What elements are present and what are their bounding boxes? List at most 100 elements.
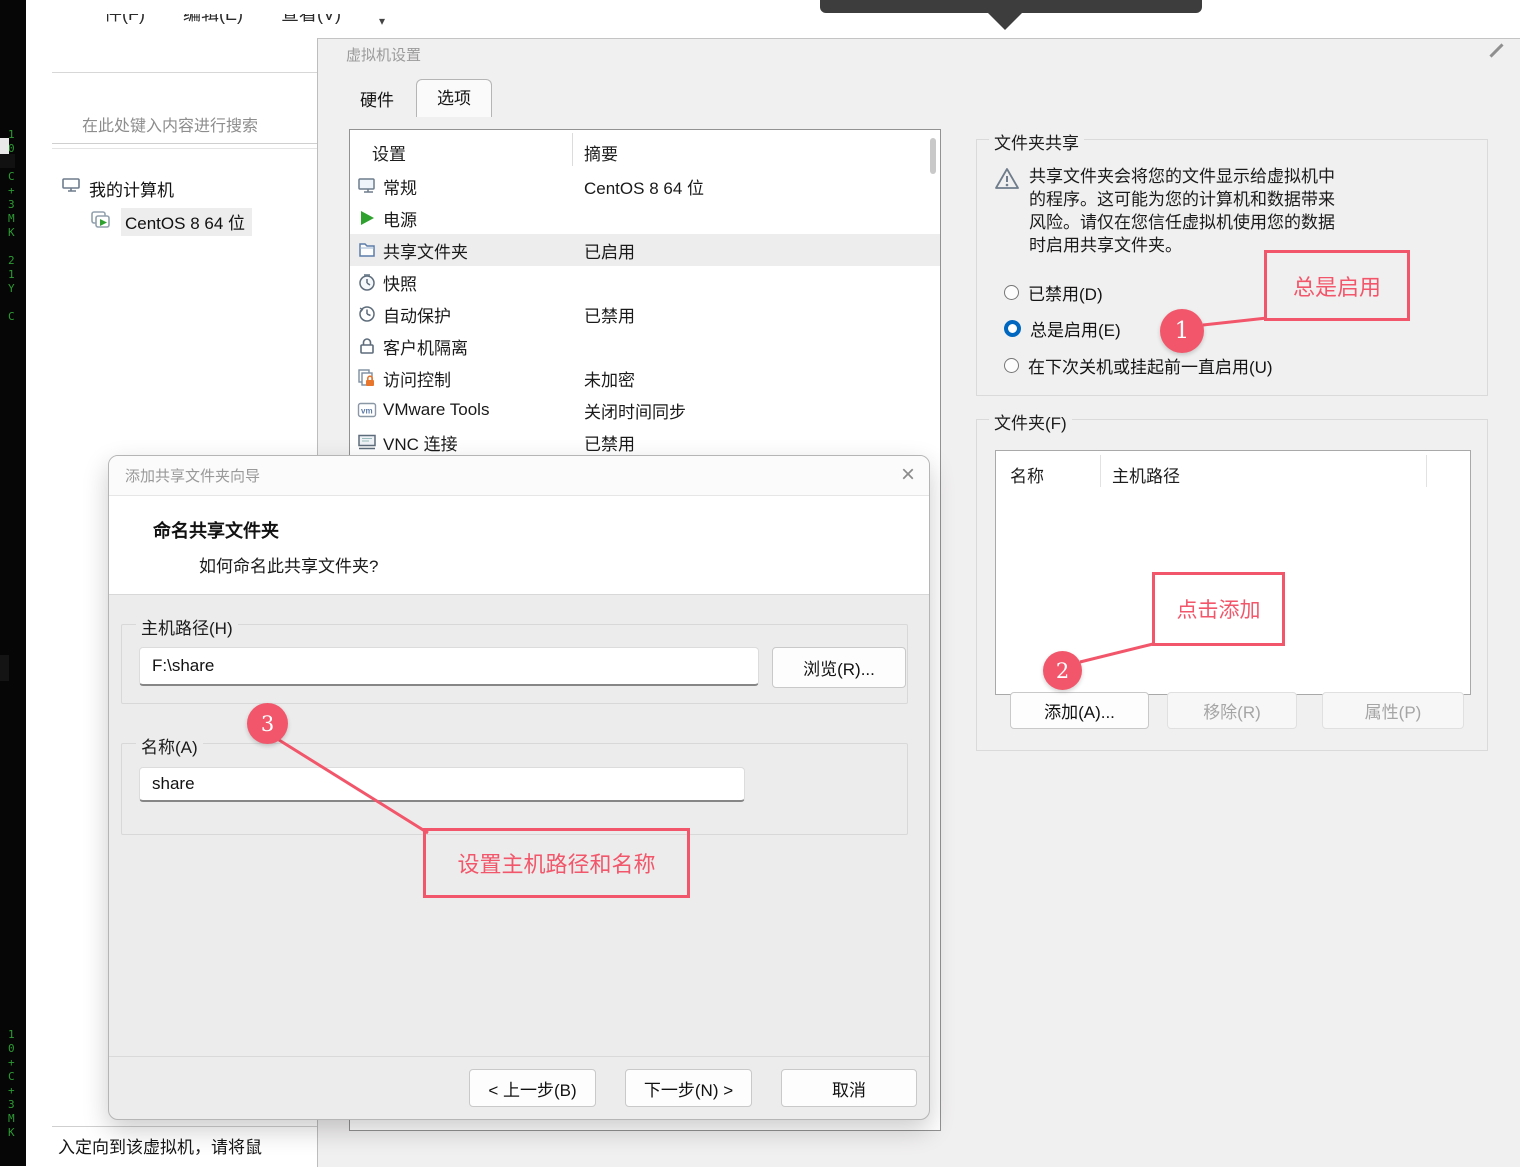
wizard-titlebar: 添加共享文件夹向导 ×: [109, 456, 929, 496]
console-matrix-text: 1 0 + C + 3 M K: [8, 1028, 20, 1140]
radio-icon: [1004, 285, 1019, 300]
settings-row-label: 客户机隔离: [383, 334, 468, 359]
settings-row-summary: 已禁用: [584, 430, 635, 455]
shared-folders-icon: [357, 240, 377, 260]
access-control-icon: [357, 368, 377, 388]
settings-row-summary: 已启用: [584, 238, 635, 263]
statusbar-text: 入定向到该虚拟机，请将鼠: [58, 1133, 343, 1158]
wizard-header: 命名共享文件夹 如何命名此共享文件夹?: [109, 496, 929, 595]
add-shared-folder-wizard: 添加共享文件夹向导 × 命名共享文件夹 如何命名此共享文件夹? 主机路径(H) …: [108, 455, 930, 1120]
remove-folder-button[interactable]: 移除(R): [1167, 692, 1297, 729]
menu-bar: 件(F) 编辑(E) 查看(V) ▾: [104, 14, 385, 40]
folder-properties-button[interactable]: 属性(P): [1322, 692, 1464, 729]
column-header-setting: 设置: [372, 140, 406, 165]
vmware-tools-icon: vm: [357, 400, 377, 420]
step-badge-3: 3: [247, 703, 288, 744]
settings-row-快照[interactable]: 快照: [350, 266, 940, 298]
radio-always-enabled[interactable]: 总是启用(E): [1004, 316, 1121, 341]
menu-item-file[interactable]: 件(F): [104, 14, 145, 40]
step-badge-2: 2: [1043, 651, 1082, 690]
callout-click-add: 点击添加: [1152, 572, 1285, 646]
settings-row-label: 常规: [383, 174, 417, 199]
power-icon: [357, 208, 377, 228]
sidebar-divider: [52, 72, 343, 73]
radio-label: 已禁用(D): [1028, 280, 1103, 305]
settings-row-VMware Tools[interactable]: vm VMware Tools 关闭时间同步: [350, 394, 940, 426]
fullscreen-pull-tab[interactable]: [820, 0, 1202, 13]
snapshot-icon: [357, 272, 377, 292]
cancel-button[interactable]: 取消: [781, 1069, 917, 1107]
radio-icon: [1004, 358, 1019, 373]
settings-row-summary: 已禁用: [584, 302, 635, 327]
wizard-title: 添加共享文件夹向导: [125, 465, 260, 486]
share-name-legend: 名称(A): [136, 733, 203, 758]
settings-row-summary: 关闭时间同步: [584, 398, 686, 423]
console-notch: [0, 154, 15, 168]
menu-caret-icon[interactable]: ▾: [379, 14, 385, 40]
callout-always-enable: 总是启用: [1264, 250, 1410, 321]
dialog-close-icon[interactable]: [1489, 43, 1503, 57]
host-path-group: 主机路径(H) F:\share 浏览(R)...: [121, 624, 908, 704]
tree-item-label: CentOS 8 64 位: [121, 208, 252, 236]
menu-item-edit[interactable]: 编辑(E): [183, 14, 243, 40]
settings-row-电源[interactable]: 电源: [350, 202, 940, 234]
step-badge-1: 1: [1160, 309, 1204, 353]
scrollbar-thumb[interactable]: [930, 138, 936, 174]
settings-row-访问控制[interactable]: 访问控制 未加密: [350, 362, 940, 394]
settings-row-自动保护[interactable]: 自动保护 已禁用: [350, 298, 940, 330]
folders-legend: 文件夹(F): [989, 409, 1072, 434]
guest-isolation-icon: [357, 336, 377, 356]
settings-row-VNC 连接[interactable]: VNC 连接已禁用: [350, 426, 940, 458]
settings-list-header: 设置 摘要: [350, 130, 940, 168]
host-path-legend: 主机路径(H): [136, 614, 238, 639]
radio-enabled-until-poweroff[interactable]: 在下次关机或挂起前一直启用(U): [1004, 353, 1273, 378]
settings-row-label: 自动保护: [383, 302, 451, 327]
settings-row-summary: 未加密: [584, 366, 635, 391]
next-button[interactable]: 下一步(N) >: [625, 1069, 752, 1107]
column-divider: [572, 133, 573, 166]
folder-sharing-group: 文件夹共享 共享文件夹会将您的文件显示给虚拟机中 的程序。这可能为您的计算机和数…: [976, 139, 1488, 396]
close-icon[interactable]: ×: [901, 460, 915, 490]
vm-icon: [90, 210, 114, 235]
console-notch: [0, 655, 9, 681]
settings-row-常规[interactable]: 常规 CentOS 8 64 位: [350, 170, 940, 202]
folder-sharing-warning-text: 共享文件夹会将您的文件显示给虚拟机中 的程序。这可能为您的计算机和数据带来 风险…: [1029, 165, 1459, 257]
settings-row-共享文件夹[interactable]: 共享文件夹 已启用: [350, 234, 940, 266]
share-name-input[interactable]: share: [139, 767, 745, 802]
vnc-icon: [357, 432, 377, 452]
warning-icon: [994, 167, 1020, 196]
settings-row-label: 访问控制: [383, 366, 451, 391]
menu-item-view[interactable]: 查看(V): [281, 14, 341, 40]
callout-set-path-and-name: 设置主机路径和名称: [423, 828, 690, 898]
svg-text:vm: vm: [361, 407, 373, 416]
sidebar-divider: [52, 143, 343, 144]
folder-sharing-legend: 文件夹共享: [989, 129, 1084, 154]
tab-options[interactable]: 选项: [416, 79, 492, 117]
browse-button[interactable]: 浏览(R)...: [772, 647, 906, 688]
console-strip: 1 0 + C + 3 M K 2 1 Y C 1 0 + C + 3 M K: [0, 0, 26, 1166]
settings-row-label: VMware Tools: [383, 400, 489, 420]
tree-item-centos-vm[interactable]: CentOS 8 64 位: [90, 208, 252, 236]
add-folder-button[interactable]: 添加(A)...: [1010, 692, 1149, 729]
radio-label: 总是启用(E): [1030, 316, 1121, 341]
wizard-subheading: 如何命名此共享文件夹?: [199, 552, 378, 577]
library-search-input[interactable]: 在此处键入内容进行搜索: [82, 112, 258, 136]
back-button[interactable]: < 上一步(B): [469, 1069, 596, 1107]
settings-row-客户机隔离[interactable]: 客户机隔离: [350, 330, 940, 362]
column-header-name: 名称: [1010, 462, 1044, 487]
column-header-summary: 摘要: [584, 140, 618, 165]
settings-row-label: 共享文件夹: [383, 238, 468, 263]
radio-label: 在下次关机或挂起前一直启用(U): [1028, 353, 1273, 378]
tab-hardware[interactable]: 硬件: [344, 87, 410, 115]
computer-icon: [62, 178, 82, 199]
tree-item-my-computer[interactable]: 我的计算机: [62, 176, 174, 201]
host-path-input[interactable]: F:\share: [139, 647, 759, 686]
settings-row-summary: CentOS 8 64 位: [584, 174, 704, 199]
vm-settings-title: 虚拟机设置: [346, 44, 421, 65]
radio-disabled[interactable]: 已禁用(D): [1004, 280, 1103, 305]
statusbar-divider: [52, 1126, 343, 1127]
settings-list-rows: 常规CentOS 8 64 位电源共享文件夹已启用快照自动保护已禁用客户机隔离访…: [350, 170, 940, 458]
radio-selected-icon: [1004, 320, 1021, 337]
wizard-footer-divider: [109, 1056, 929, 1057]
settings-row-label: 快照: [383, 270, 417, 295]
